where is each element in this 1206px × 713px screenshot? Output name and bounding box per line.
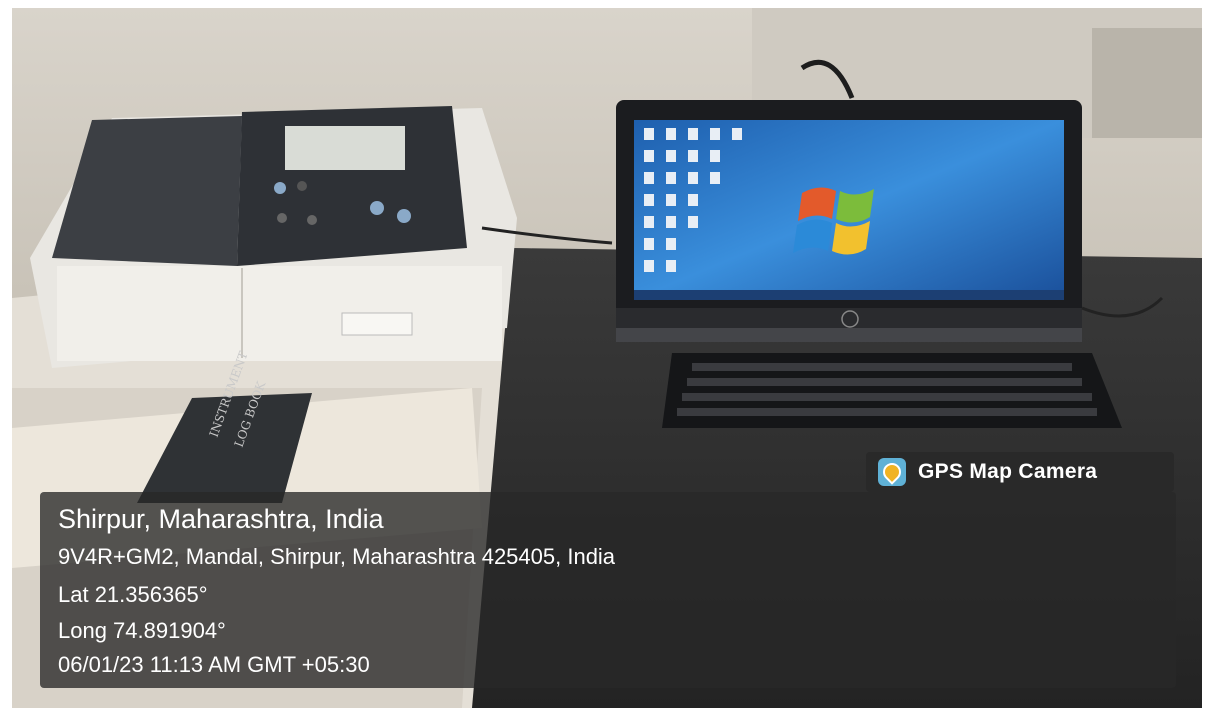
gps-map-camera-icon <box>878 458 906 486</box>
spectrophotometer <box>30 106 517 368</box>
longitude-text: Long 74.891904° <box>58 618 226 643</box>
datetime-text: 06/01/23 11:13 AM GMT +05:30 <box>58 652 370 677</box>
latitude-text: Lat 21.356365° <box>58 582 208 607</box>
app-badge-label: GPS Map Camera <box>918 460 1098 483</box>
gps-map-camera-badge: GPS Map Camera <box>866 452 1174 492</box>
place-name: Shirpur, Maharashtra, India <box>58 504 384 534</box>
lab-photo: INSTRUMENT LOG BOOK GPS Map Camera Shirp… <box>12 8 1202 708</box>
address-text: 9V4R+GM2, Mandal, Shirpur, Maharashtra 4… <box>58 544 616 569</box>
scanned-page: INSTRUMENT LOG BOOK GPS Map Camera Shirp… <box>0 0 1206 713</box>
location-info-panel: Shirpur, Maharashtra, India 9V4R+GM2, Ma… <box>40 492 1176 688</box>
hp-monitor <box>616 100 1082 342</box>
keyboard <box>662 353 1122 428</box>
